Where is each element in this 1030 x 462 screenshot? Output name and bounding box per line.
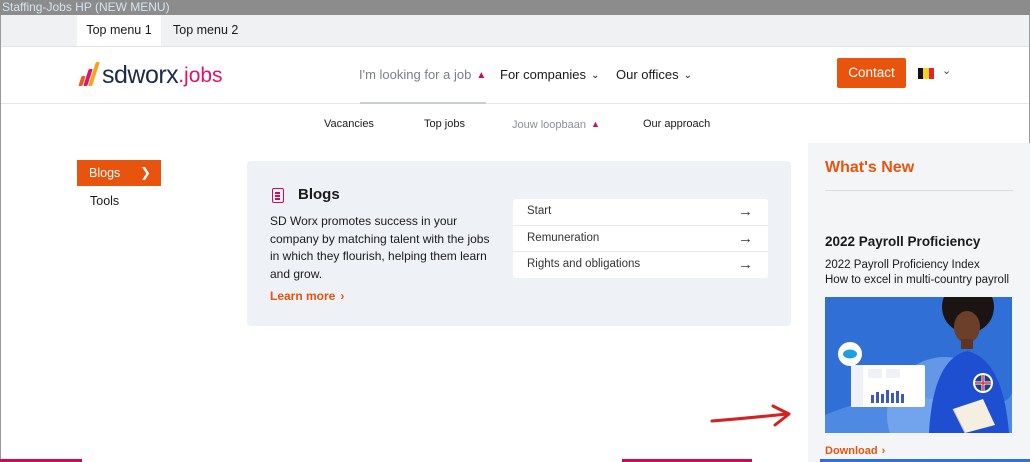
learn-more-link[interactable]: Learn more › <box>270 289 344 303</box>
card-link-list: Start → Remuneration → Rights and obliga… <box>513 199 768 278</box>
dashboard-mockup <box>851 365 925 407</box>
chevron-right-icon: › <box>881 445 886 457</box>
nav-offices-label: Our offices <box>616 67 679 82</box>
nav-for-companies[interactable]: For companies ⌄ <box>500 47 599 103</box>
arrow-right-icon: → <box>738 229 753 247</box>
left-menu-blogs-label: Blogs <box>89 166 121 180</box>
link-start-label: Start <box>527 205 552 217</box>
top-menu-2[interactable]: Top menu 2 <box>173 15 238 46</box>
sdworx-jobs-logo[interactable]: sdworx .jobs <box>78 60 223 88</box>
top-menu-bar: Top menu 1 Top menu 2 <box>1 15 1029 47</box>
link-start[interactable]: Start → <box>513 199 768 226</box>
card-description: SD Worx promotes success in your company… <box>270 214 490 281</box>
window-title: Staffing-Jobs HP (NEW MENU) <box>0 0 1030 15</box>
subnav-vacancies[interactable]: Vacancies <box>324 104 374 144</box>
nav-looking-for-job[interactable]: I'm looking for a job ▲ <box>359 47 487 104</box>
logo-word: sdworx <box>102 61 179 89</box>
annotation-arrow-icon <box>710 404 791 427</box>
main-nav: sdworx .jobs I'm looking for a job ▲ For … <box>1 47 1029 104</box>
salesforce-cloud-icon <box>838 342 862 366</box>
logo-bars-icon <box>78 62 100 88</box>
language-chevron-down-icon[interactable]: ⌄ <box>942 64 951 77</box>
chevron-up-icon: ▲ <box>476 70 487 81</box>
uk-flag-icon <box>973 373 993 393</box>
whats-new-panel: What's New 2022 Payroll Proficiency 2022… <box>808 143 1030 462</box>
chevron-right-icon: › <box>340 289 345 303</box>
top-menu-1[interactable]: Top menu 1 <box>77 15 161 46</box>
whats-new-line-2: How to excel in multi-country payroll <box>825 274 1010 286</box>
link-remuneration-label: Remuneration <box>527 231 600 244</box>
page-frame: Top menu 1 Top menu 2 sdworx .jobs I'm l… <box>0 15 1030 462</box>
nav-companies-label: For companies <box>500 67 586 82</box>
arrow-right-icon: → <box>738 203 753 220</box>
nav-our-offices[interactable]: Our offices ⌄ <box>616 47 692 103</box>
download-label: Download <box>825 445 878 457</box>
subnav-our-approach[interactable]: Our approach <box>643 104 710 144</box>
whats-new-line-1: 2022 Payroll Proficiency Index <box>825 259 980 271</box>
blogs-card: Blogs SD Worx promotes success in your c… <box>247 161 791 326</box>
whats-new-heading[interactable]: 2022 Payroll Proficiency <box>825 234 980 249</box>
arrow-right-icon: → <box>738 256 753 273</box>
promo-illustration <box>825 297 1012 433</box>
link-rights-label: Rights and obligations <box>527 258 641 270</box>
subnav-jouw-loopbaan[interactable]: Jouw loopbaan ▲ <box>512 104 600 144</box>
divider <box>825 190 1013 191</box>
left-menu-tools[interactable]: Tools <box>90 194 119 208</box>
link-remuneration[interactable]: Remuneration → <box>513 226 768 252</box>
link-rights-obligations[interactable]: Rights and obligations → <box>513 252 768 278</box>
learn-more-label: Learn more <box>270 289 336 303</box>
nav-looking-label: I'm looking for a job <box>359 67 472 82</box>
card-title: Blogs <box>298 186 340 203</box>
left-menu-blogs[interactable]: Blogs ❯ <box>77 160 161 186</box>
chevron-down-icon: ⌄ <box>590 70 600 81</box>
payroll-promo-image[interactable] <box>825 297 1012 433</box>
contact-button[interactable]: Contact <box>837 58 906 88</box>
document-icon <box>272 188 284 203</box>
sub-nav: Vacancies Top jobs Jouw loopbaan ▲ Our ap… <box>1 104 1029 144</box>
belgium-flag-icon[interactable] <box>918 68 934 79</box>
download-link[interactable]: Download › <box>825 445 885 457</box>
chevron-right-icon: ❯ <box>140 165 151 180</box>
logo-suffix: .jobs <box>178 64 223 87</box>
chevron-up-icon: ▲ <box>591 119 600 129</box>
chevron-down-icon: ⌄ <box>683 70 693 81</box>
whats-new-title: What's New <box>825 159 915 176</box>
subnav-top-jobs[interactable]: Top jobs <box>424 104 465 144</box>
whats-new-subtitle: 2022 Payroll Proficiency Index How to ex… <box>825 258 1009 288</box>
subnav-loopbaan-label: Jouw loopbaan <box>512 119 587 131</box>
